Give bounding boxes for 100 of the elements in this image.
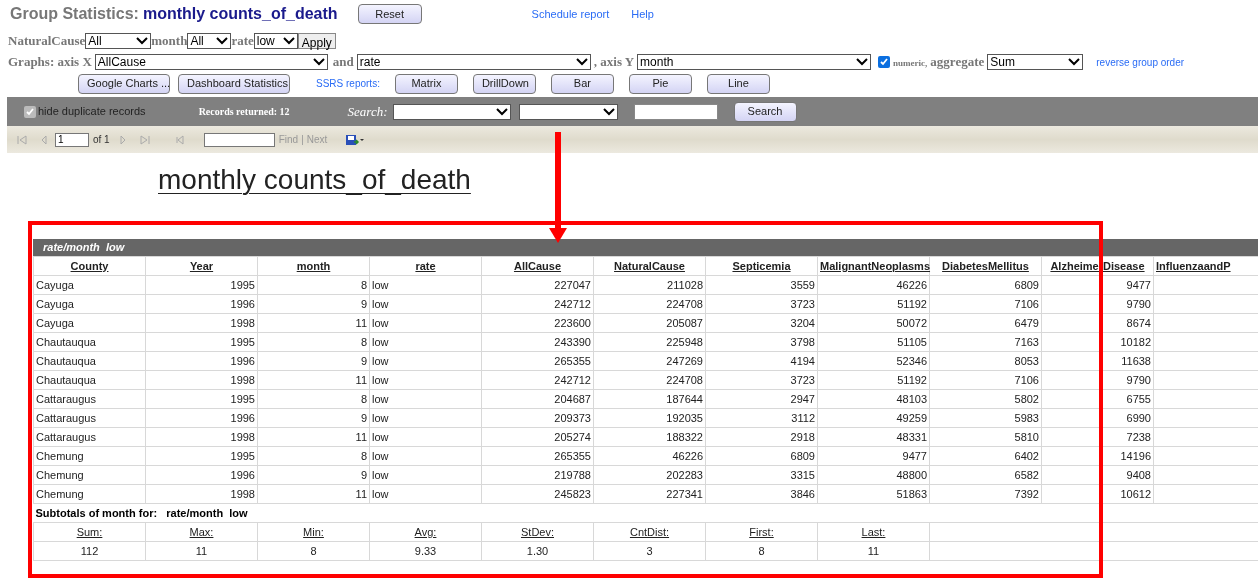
table-cell: 205274 [481, 427, 594, 447]
table-cell: 227341 [593, 484, 706, 504]
search-operator-dropdown[interactable] [518, 103, 618, 120]
chevron-icon [575, 58, 588, 66]
apply-button[interactable]: Apply [297, 33, 336, 49]
table-cell: 187644 [593, 389, 706, 409]
table-cell: 10182 [1041, 332, 1154, 352]
chevron-icon [216, 37, 229, 45]
subtotal-header: Max: [145, 522, 258, 542]
table-cell: 1998 [145, 313, 258, 333]
table-cell: 1995 [145, 389, 258, 409]
table-cell: low [369, 294, 482, 314]
table-cell: 46226 [817, 275, 930, 295]
page-number-field[interactable]: 1 [55, 132, 89, 147]
table-cell: low [369, 427, 482, 447]
second-axis-dropdown[interactable]: rate [356, 54, 591, 70]
column-header[interactable]: MalignantNeoplasms [817, 256, 930, 276]
search-field[interactable] [633, 103, 718, 120]
filter-label: NaturalCause [8, 32, 86, 51]
filter-dropdown[interactable]: All [187, 33, 232, 49]
report-button[interactable]: Line [706, 73, 770, 94]
axis-y-label: , axis Y [593, 53, 635, 72]
axis-x-dropdown[interactable]: AllCause [94, 54, 328, 70]
filter-label: month [151, 32, 188, 51]
page-count: of 1 [93, 133, 110, 147]
filter-dropdown[interactable]: low [253, 33, 298, 49]
google-charts-button[interactable]: Google Charts ... [78, 73, 170, 94]
reset-button[interactable]: Reset [357, 4, 422, 24]
column-header[interactable]: InfluenzaandP [1153, 256, 1258, 276]
subtotal-value: 9.33 [369, 541, 482, 561]
column-header[interactable]: Year [145, 256, 258, 276]
table-cell: 8 [257, 446, 370, 466]
subtotal-header: CntDist: [593, 522, 706, 542]
table-cell: 48331 [817, 427, 930, 447]
table-cell: 8674 [1041, 313, 1154, 333]
column-header[interactable]: Septicemia [705, 256, 818, 276]
schedule-report-link[interactable]: Schedule report [531, 5, 610, 23]
table-cell: 242712 [481, 370, 594, 390]
table-cell: low [369, 275, 482, 295]
table-cell: 7392 [929, 484, 1042, 504]
table-cell: 265355 [481, 446, 594, 466]
column-header[interactable]: NaturalCause [593, 256, 706, 276]
table-cell: 10612 [1041, 484, 1154, 504]
dashboard-statistics-button[interactable]: Dashboard Statistics [178, 73, 290, 94]
table-cell: 3798 [705, 332, 818, 352]
find-field[interactable] [203, 132, 275, 147]
group-header-label: rate/month low [43, 240, 125, 256]
table-cell: 9 [257, 351, 370, 371]
table-cell: 9 [257, 294, 370, 314]
table-cell: Chemung [33, 465, 146, 485]
report-title: monthly counts_of_death [158, 164, 471, 195]
table-cell: 7106 [929, 294, 1042, 314]
table-cell: Cattaraugus [33, 408, 146, 428]
aggregate-dropdown[interactable]: Sum [987, 54, 1084, 70]
table-cell: 5810 [929, 427, 1042, 447]
table-cell: 1998 [145, 427, 258, 447]
table-cell: 8 [257, 332, 370, 352]
column-header[interactable]: DiabetesMellitus [929, 256, 1042, 276]
report-button[interactable]: Pie [628, 73, 692, 94]
table-cell: Cattaraugus [33, 389, 146, 409]
table-cell: 9 [257, 408, 370, 428]
filter-dropdown[interactable]: All [85, 33, 152, 49]
table-cell: low [369, 484, 482, 504]
help-link[interactable]: Help [631, 5, 654, 23]
table-cell: 224708 [593, 294, 706, 314]
table-cell: 6809 [705, 446, 818, 466]
table-cell: 48800 [817, 465, 930, 485]
table-cell: 192035 [593, 408, 706, 428]
table-cell: 6755 [1041, 389, 1154, 409]
column-header[interactable]: month [257, 256, 370, 276]
search-column-dropdown[interactable] [392, 103, 511, 120]
checkbox[interactable] [878, 56, 891, 68]
table-cell: 11638 [1041, 351, 1154, 371]
table-cell: 3112 [705, 408, 818, 428]
table-cell: 247269 [593, 351, 706, 371]
table-cell: 3204 [705, 313, 818, 333]
save-icon[interactable] [345, 133, 365, 146]
table-cell: low [369, 351, 482, 371]
report-button[interactable]: Bar [550, 73, 614, 94]
table-cell: 6582 [929, 465, 1042, 485]
axis-y-dropdown[interactable]: month [637, 54, 872, 70]
report-button[interactable]: Matrix [394, 73, 458, 94]
table-cell: 9477 [817, 446, 930, 466]
column-header[interactable]: AllCause [481, 256, 594, 276]
table-cell: 223600 [481, 313, 594, 333]
subtotal-header: Avg: [369, 522, 482, 542]
chevron-icon [1068, 58, 1081, 66]
table-cell: 1996 [145, 465, 258, 485]
column-header[interactable]: County [33, 256, 146, 276]
search-button[interactable]: Search [733, 101, 797, 122]
arrow-icon [548, 132, 568, 244]
column-header[interactable]: rate [369, 256, 482, 276]
reverse-group-order-link[interactable]: reverse group order [1096, 54, 1185, 70]
report-button[interactable]: DrillDown [472, 73, 536, 94]
chevron-icon [282, 37, 295, 45]
table-cell: low [369, 446, 482, 466]
table-cell: Chautauqua [33, 351, 146, 371]
table-cell: 1995 [145, 332, 258, 352]
ssrs-reports-label: SSRS reports: [316, 77, 380, 91]
table-cell: 3723 [705, 294, 818, 314]
